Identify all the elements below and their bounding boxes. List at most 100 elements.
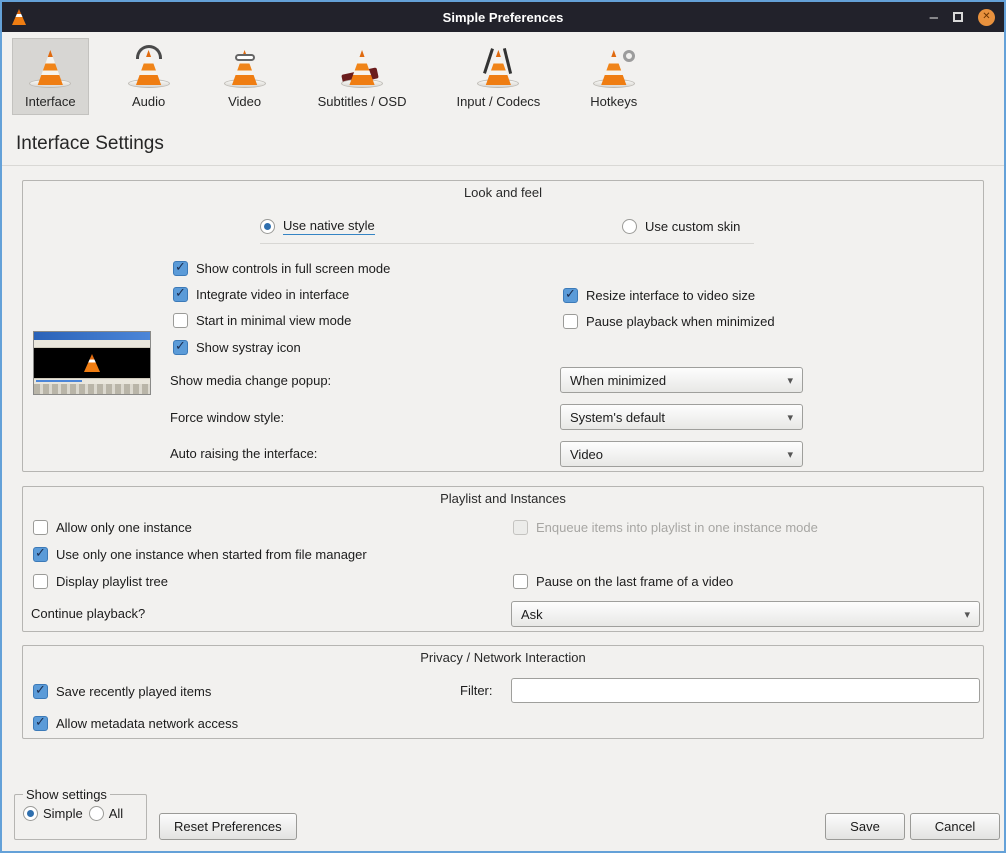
audio-icon — [126, 45, 172, 91]
use-native-style-radio[interactable]: Use native style — [260, 217, 375, 235]
chevron-down-icon: ▾ — [964, 608, 970, 621]
checkbox-save-recent-items[interactable]: Save recently played items — [33, 682, 211, 700]
checkbox-integrate-video[interactable]: Integrate video in interface — [173, 285, 349, 303]
media-change-popup-label: Show media change popup: — [170, 372, 331, 390]
look-and-feel-group: Look and feel Use native style Use custo… — [22, 180, 984, 472]
checkbox-label: Integrate video in interface — [196, 287, 349, 302]
continue-playback-dropdown[interactable]: Ask ▾ — [511, 601, 980, 627]
checkbox-icon — [173, 340, 188, 355]
checkbox-icon — [33, 547, 48, 562]
checkbox-pause-last-frame[interactable]: Pause on the last frame of a video — [513, 572, 733, 590]
checkbox-metadata-network-access[interactable]: Allow metadata network access — [33, 714, 238, 732]
radio-label: Simple — [43, 806, 83, 821]
toolbar-item-hotkeys[interactable]: Hotkeys — [577, 38, 650, 115]
checkbox-label: Show controls in full screen mode — [196, 261, 390, 276]
checkbox-icon — [33, 520, 48, 535]
checkbox-systray-icon[interactable]: Show systray icon — [173, 338, 301, 356]
radio-icon — [622, 219, 637, 234]
filter-input[interactable] — [511, 678, 980, 703]
interface-preview-image — [33, 331, 151, 395]
checkbox-label: Start in minimal view mode — [196, 313, 351, 328]
checkbox-label: Allow metadata network access — [56, 716, 238, 731]
vlc-app-icon — [11, 8, 27, 26]
preview-controls — [34, 384, 150, 394]
preview-cone — [84, 354, 100, 372]
privacy-network-group: Privacy / Network Interaction Save recen… — [22, 645, 984, 739]
checkbox-label: Use only one instance when started from … — [56, 547, 367, 562]
filter-label: Filter: — [460, 682, 493, 700]
close-button[interactable]: ✕ — [978, 9, 995, 26]
subtitles-osd-icon — [339, 45, 385, 91]
radio-label: Use custom skin — [645, 219, 740, 234]
toolbar-item-audio[interactable]: Audio — [113, 38, 185, 115]
checkbox-label: Resize interface to video size — [586, 288, 755, 303]
preview-menubar — [34, 340, 150, 348]
restore-button[interactable] — [953, 12, 963, 22]
show-settings-group: Show settings Simple All — [14, 787, 147, 840]
heading-separator — [2, 165, 1004, 166]
headphones-badge — [136, 45, 162, 59]
checkbox-label: Pause playback when minimized — [586, 314, 775, 329]
show-settings-title: Show settings — [23, 787, 110, 802]
minimize-button[interactable]: – — [930, 10, 938, 25]
checkbox-icon — [33, 716, 48, 731]
show-settings-all-radio[interactable]: All — [89, 806, 123, 821]
checkbox-show-controls-fullscreen[interactable]: Show controls in full screen mode — [173, 259, 390, 277]
checkbox-label: Allow only one instance — [56, 520, 192, 535]
radio-icon — [260, 219, 275, 234]
dropdown-value: Ask — [521, 607, 543, 622]
toolbar-item-subtitles-osd[interactable]: Subtitles / OSD — [305, 38, 420, 115]
dropdown-value: Video — [570, 447, 603, 462]
style-separator — [260, 243, 754, 244]
key-badge — [623, 50, 635, 62]
show-settings-options: Simple All — [23, 806, 138, 821]
titlebar[interactable]: Simple Preferences – ✕ — [2, 2, 1004, 32]
media-change-popup-dropdown[interactable]: When minimized ▾ — [560, 367, 803, 393]
interface-icon — [27, 45, 73, 91]
toolbar-item-interface[interactable]: Interface — [12, 38, 89, 115]
checkbox-resize-interface[interactable]: Resize interface to video size — [563, 286, 755, 304]
use-custom-skin-radio[interactable]: Use custom skin — [622, 217, 740, 235]
toolbar-item-input-codecs[interactable]: Input / Codecs — [443, 38, 553, 115]
checkbox-pause-minimized[interactable]: Pause playback when minimized — [563, 312, 775, 330]
preview-titlebar — [34, 332, 150, 340]
glasses-badge — [235, 54, 255, 61]
checkbox-minimal-view[interactable]: Start in minimal view mode — [173, 311, 351, 329]
toolbar-item-label: Interface — [25, 94, 76, 109]
continue-playback-label: Continue playback? — [31, 605, 145, 623]
close-icon: ✕ — [982, 12, 990, 22]
dropdown-value: System's default — [570, 410, 665, 425]
dropdown-value: When minimized — [570, 373, 666, 388]
cancel-button[interactable]: Cancel — [910, 813, 1000, 840]
checkbox-allow-one-instance[interactable]: Allow only one instance — [33, 518, 192, 536]
checkbox-display-playlist-tree[interactable]: Display playlist tree — [33, 572, 168, 590]
checkbox-icon — [33, 684, 48, 699]
save-button[interactable]: Save — [825, 813, 905, 840]
checkbox-icon — [563, 314, 578, 329]
checkbox-one-instance-file-manager[interactable]: Use only one instance when started from … — [33, 545, 367, 563]
toolbar-item-label: Hotkeys — [590, 94, 637, 109]
input-codecs-icon — [475, 45, 521, 91]
checkbox-enqueue-one-instance: Enqueue items into playlist in one insta… — [513, 518, 818, 536]
checkbox-label: Show systray icon — [196, 340, 301, 355]
checkbox-icon — [33, 574, 48, 589]
reset-preferences-button[interactable]: Reset Preferences — [159, 813, 297, 840]
toolbar-item-label: Input / Codecs — [456, 94, 540, 109]
vlc-cone-shape — [12, 9, 26, 25]
playlist-instances-group: Playlist and Instances Allow only one in… — [22, 486, 984, 632]
preferences-toolbar: Interface Audio Video Subtitl — [12, 38, 650, 115]
show-settings-simple-radio[interactable]: Simple — [23, 806, 83, 821]
auto-raising-dropdown[interactable]: Video ▾ — [560, 441, 803, 467]
checkbox-icon — [173, 313, 188, 328]
toolbar-item-label: Video — [228, 94, 261, 109]
force-window-style-label: Force window style: — [170, 409, 284, 427]
radio-icon — [23, 806, 38, 821]
toolbar-item-label: Subtitles / OSD — [318, 94, 407, 109]
checkbox-icon — [173, 287, 188, 302]
toolbar-item-video[interactable]: Video — [209, 38, 281, 115]
force-window-style-dropdown[interactable]: System's default ▾ — [560, 404, 803, 430]
checkbox-label: Save recently played items — [56, 684, 211, 699]
group-title: Playlist and Instances — [23, 491, 983, 506]
preview-video-area — [34, 348, 150, 378]
chevron-down-icon: ▾ — [787, 411, 793, 424]
